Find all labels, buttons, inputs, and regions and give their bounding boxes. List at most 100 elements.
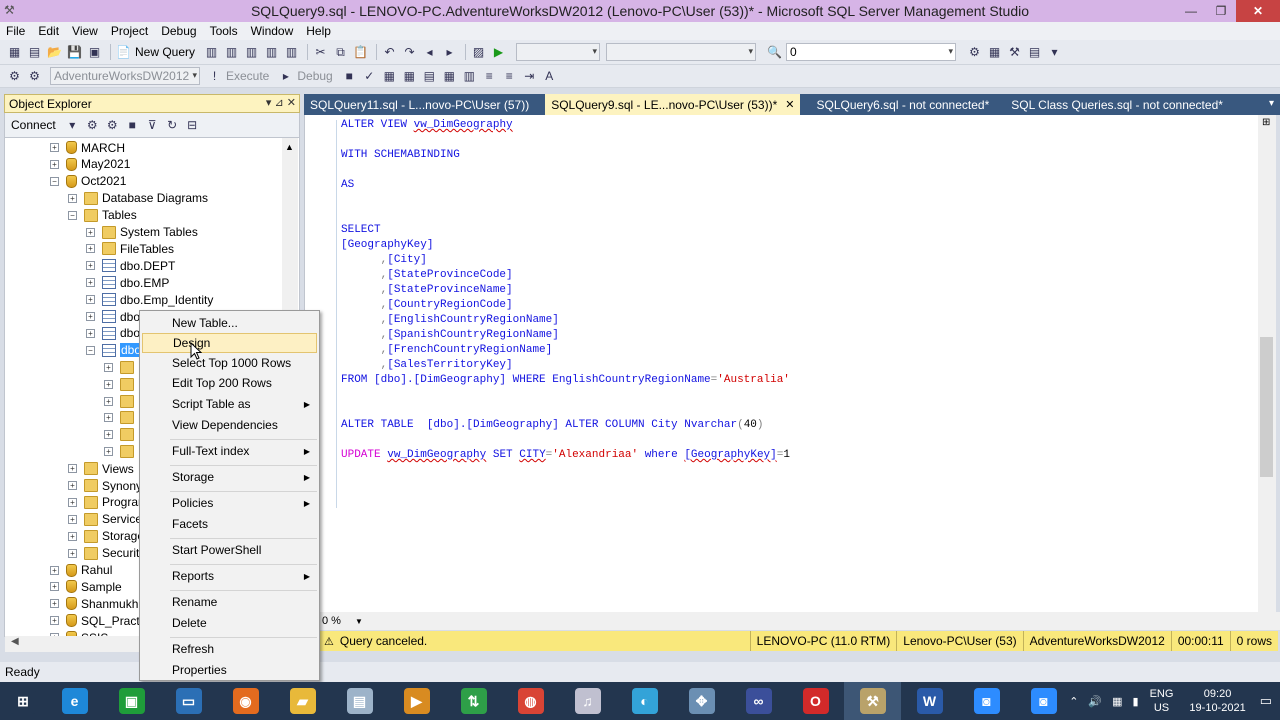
indent-icon[interactable]: ⇥ <box>521 68 538 85</box>
context-menu-item[interactable]: New Table... <box>142 313 317 333</box>
tree-node[interactable]: + Views <box>68 460 134 477</box>
clock[interactable]: 09:20 19-10-2021 <box>1189 687 1245 715</box>
connect-button[interactable]: Connect <box>11 118 56 132</box>
tree-node[interactable]: + Sample <box>50 578 122 595</box>
xmla-query-icon[interactable]: ▥ <box>283 44 300 61</box>
tree-expander-icon[interactable]: − <box>68 210 77 220</box>
uncomment-icon[interactable]: ≡ <box>501 68 518 85</box>
tree-node[interactable]: − dbo <box>86 342 143 359</box>
network-tray-icon[interactable]: ▦ <box>1112 695 1122 708</box>
context-menu-item[interactable]: Start PowerShell <box>142 540 317 560</box>
debug-button[interactable]: Debug <box>297 69 332 83</box>
find-in-files-icon[interactable]: 🔍 <box>766 44 783 61</box>
tree-expander-icon[interactable]: + <box>50 143 59 152</box>
taskbar-app[interactable]: ▰ <box>274 682 331 720</box>
oe-filter-icon[interactable]: ⊽ <box>144 117 161 134</box>
navigate-forward-icon[interactable]: ▸ <box>441 44 458 61</box>
tree-node[interactable]: + dbo.Emp_Identity <box>86 291 213 308</box>
taskbar-app[interactable]: e <box>46 682 103 720</box>
context-menu-item[interactable]: Delete <box>142 613 317 633</box>
tree-expander-icon[interactable]: + <box>68 531 77 541</box>
context-menu-item[interactable]: Policies ▶ <box>142 493 317 513</box>
tab-overflow-icon[interactable]: ▾ <box>1269 98 1274 109</box>
query-designer-icon[interactable]: ▦ <box>401 68 418 85</box>
tree-expander-icon[interactable]: + <box>86 227 95 237</box>
tree-expander-icon[interactable]: + <box>104 396 113 406</box>
tree-expander-icon[interactable]: − <box>86 345 95 355</box>
tree-node[interactable]: + <box>104 393 138 410</box>
tree-expander-icon[interactable]: + <box>104 413 113 423</box>
taskbar-app[interactable]: ◉ <box>217 682 274 720</box>
tree-expander-icon[interactable]: + <box>86 295 95 305</box>
tree-node[interactable]: + Security <box>68 545 145 562</box>
tree-expander-icon[interactable]: + <box>68 464 77 474</box>
taskbar-app[interactable]: ▤ <box>331 682 388 720</box>
context-menu-item[interactable]: Rename <box>142 592 317 612</box>
taskbar-app[interactable]: ▶ <box>388 682 445 720</box>
redo-icon[interactable]: ↷ <box>401 44 418 61</box>
tree-expander-icon[interactable]: + <box>50 616 59 626</box>
taskbar-app[interactable]: ⇅ <box>445 682 502 720</box>
context-menu-item[interactable]: Edit Top 200 Rows <box>142 373 317 393</box>
editor-tab[interactable]: SQL Class Queries.sql - not connected* <box>1005 94 1229 115</box>
tree-node[interactable]: + Shanmukh <box>50 595 138 612</box>
registered-servers-icon[interactable]: ⚙ <box>966 44 983 61</box>
language-indicator[interactable]: ENG US <box>1150 687 1174 715</box>
zoom-level[interactable]: 0 % <box>320 615 341 627</box>
tree-node[interactable]: + <box>104 443 138 460</box>
open-file-icon[interactable]: 📂 <box>46 44 63 61</box>
dmx-query-icon[interactable]: ▥ <box>263 44 280 61</box>
taskbar-app[interactable]: ♫ <box>559 682 616 720</box>
context-menu-item[interactable]: Full-Text index ▶ <box>142 441 317 461</box>
tree-node[interactable]: − Oct2021 <box>50 173 126 190</box>
execute-button[interactable]: Execute <box>226 69 269 83</box>
display-plan-icon[interactable]: ▦ <box>381 68 398 85</box>
context-menu-item[interactable]: Refresh <box>142 639 317 659</box>
tree-node[interactable]: + FileTables <box>86 240 174 257</box>
navigate-back-icon[interactable]: ◂ <box>421 44 438 61</box>
notifications-icon[interactable]: ▭ <box>1260 693 1272 709</box>
menu-tools[interactable]: Tools <box>210 24 238 38</box>
db-query-icon[interactable]: ▥ <box>203 44 220 61</box>
tree-expander-icon[interactable]: + <box>50 159 59 169</box>
taskbar-app[interactable]: ▣ <box>103 682 160 720</box>
context-menu-item[interactable]: Reports ▶ <box>142 566 317 586</box>
tree-node[interactable]: + Prograr <box>68 494 142 511</box>
tab-close-icon[interactable]: ✕ <box>785 98 794 111</box>
tree-node[interactable]: − Tables <box>68 207 137 224</box>
menu-project[interactable]: Project <box>111 24 148 38</box>
taskbar-app[interactable]: O <box>787 682 844 720</box>
context-menu-item[interactable]: Select Top 1000 Rows <box>142 353 317 373</box>
taskbar-app[interactable]: ◐ <box>616 682 673 720</box>
taskbar-app[interactable]: W <box>901 682 958 720</box>
context-menu-item[interactable]: Storage ▶ <box>142 467 317 487</box>
activity-monitor-icon[interactable]: ▨ <box>470 44 487 61</box>
properties-window-icon[interactable]: ▤ <box>1026 44 1043 61</box>
save-icon[interactable]: 💾 <box>66 44 83 61</box>
oe-stop-icon[interactable]: ■ <box>124 117 141 134</box>
paste-icon[interactable]: 📋 <box>352 44 369 61</box>
tree-node[interactable]: + <box>104 426 138 443</box>
cancel-query-icon[interactable]: ■ <box>341 68 358 85</box>
object-explorer-icon[interactable]: ▦ <box>986 44 1003 61</box>
taskbar-app[interactable]: ⚒ <box>844 682 901 720</box>
debug-icon[interactable]: ▸ <box>277 68 294 85</box>
tree-expander-icon[interactable]: + <box>50 565 59 575</box>
menu-debug[interactable]: Debug <box>161 24 196 38</box>
object-explorer-pin-close-icon[interactable]: ▾ ⊿ ✕ <box>266 96 296 109</box>
tree-node[interactable]: + Database Diagrams <box>68 190 208 207</box>
add-item-icon[interactable]: ▤ <box>26 44 43 61</box>
editor-tab[interactable]: SQLQuery6.sql - not connected* <box>810 94 995 115</box>
tree-expander-icon[interactable]: + <box>104 430 113 440</box>
database-combo[interactable]: AdventureWorksDW2012 ▾ <box>50 67 200 85</box>
menu-edit[interactable]: Edit <box>38 24 59 38</box>
oe-collapse-icon[interactable]: ⊟ <box>184 117 201 134</box>
tree-expander-icon[interactable]: + <box>68 481 77 490</box>
comment-icon[interactable]: ≡ <box>481 68 498 85</box>
tree-node[interactable]: + May2021 <box>50 156 130 173</box>
tree-expander-icon[interactable]: + <box>86 244 95 254</box>
tree-expander-icon[interactable]: + <box>86 261 95 271</box>
change-connection-icon[interactable]: ⚙ <box>26 68 43 85</box>
zoom-dropdown-icon[interactable]: ▼ <box>355 617 363 626</box>
solution-config-combo[interactable]: ▾ <box>516 43 601 61</box>
